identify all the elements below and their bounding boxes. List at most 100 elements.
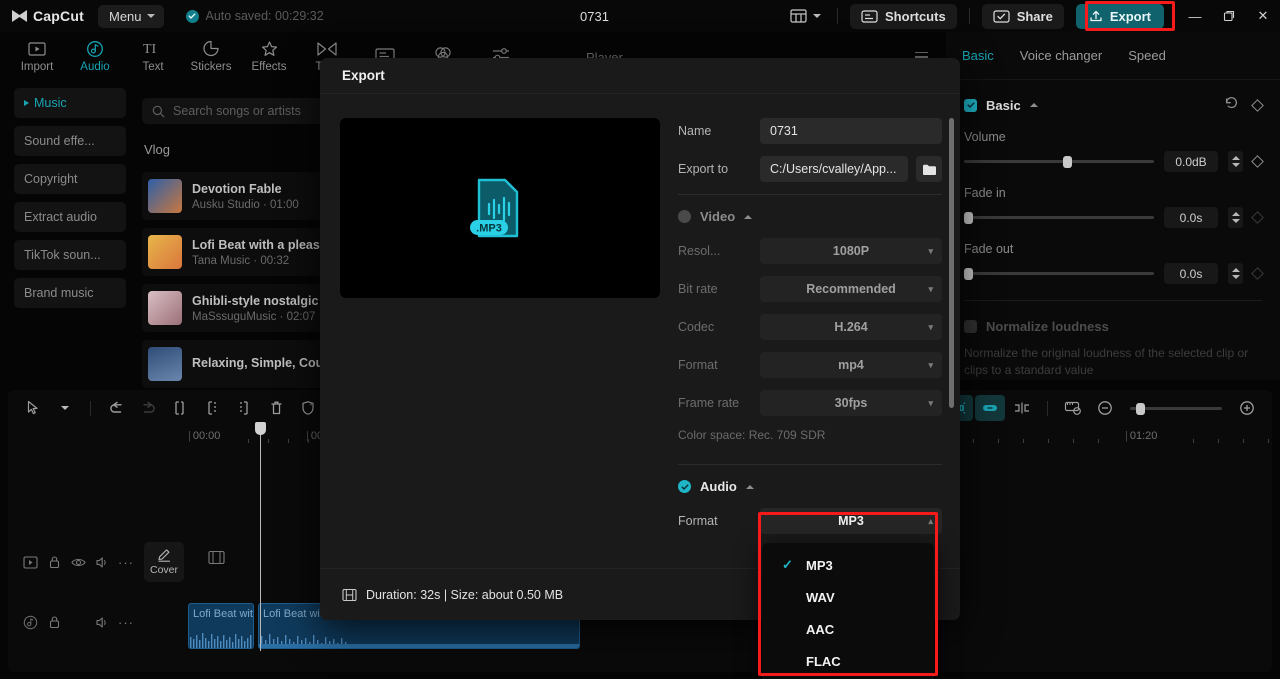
track-more-button[interactable]: ··· <box>114 610 138 634</box>
audio-clip[interactable]: Lofi Beat wit <box>188 603 254 649</box>
fade-out-value[interactable]: 0.0s <box>1164 263 1218 284</box>
share-button[interactable]: Share <box>981 3 1064 29</box>
cover-button[interactable]: Cover <box>144 542 184 582</box>
slider-knob[interactable] <box>964 212 973 224</box>
dropdown-option-mp3[interactable]: ✓ MP3 <box>762 549 934 581</box>
normalize-checkbox[interactable] <box>964 319 977 333</box>
check-circle-icon <box>185 9 199 23</box>
tab-basic[interactable]: Basic <box>962 48 994 63</box>
fade-out-stepper[interactable] <box>1228 263 1243 284</box>
fit-timeline-button[interactable] <box>1058 395 1088 421</box>
divider <box>964 300 1262 301</box>
tool-dropdown-button[interactable] <box>50 395 80 421</box>
resolution-value: 1080P <box>832 244 870 258</box>
undo-button[interactable] <box>101 395 131 421</box>
ai-retouch-button[interactable]: AI <box>293 395 323 421</box>
keyframe-icon[interactable] <box>1251 211 1264 224</box>
fade-out-slider[interactable] <box>964 268 1154 280</box>
bitrate-label: Bit rate <box>678 282 718 296</box>
tab-effects[interactable]: Effects <box>240 40 298 73</box>
category-sound-effects[interactable]: Sound effe... <box>14 126 126 156</box>
tab-import[interactable]: Import <box>8 40 66 73</box>
keyframe-icon[interactable] <box>1251 267 1264 280</box>
reset-icon[interactable] <box>1224 95 1239 115</box>
mirror-button[interactable] <box>1007 395 1037 421</box>
settings-scrollbar[interactable] <box>949 118 954 408</box>
close-icon: ✕ <box>1257 8 1269 23</box>
slider-knob[interactable] <box>1135 402 1145 415</box>
category-copyright[interactable]: Copyright <box>14 164 126 194</box>
resolution-dropdown[interactable]: 1080P ▾ <box>760 238 942 264</box>
lock-track-button[interactable] <box>42 550 66 574</box>
fade-in-value[interactable]: 0.0s <box>1164 207 1218 228</box>
export-preview: .MP3 <box>340 118 660 298</box>
audio-format-label: Format <box>678 514 718 528</box>
tab-voice-changer[interactable]: Voice changer <box>1020 48 1102 63</box>
fade-in-slider[interactable] <box>964 212 1154 224</box>
layout-switch-button[interactable] <box>786 9 825 23</box>
select-tool-button[interactable] <box>18 395 48 421</box>
audio-format-value: MP3 <box>838 514 864 528</box>
dropdown-option-aac[interactable]: AAC <box>762 613 934 645</box>
chevron-up-icon[interactable] <box>1029 103 1038 107</box>
category-brand-music[interactable]: Brand music <box>14 278 126 308</box>
menu-button[interactable]: Menu <box>97 4 164 28</box>
fade-in-stepper[interactable] <box>1228 207 1243 228</box>
hide-track-button[interactable] <box>66 550 90 574</box>
shortcuts-button[interactable]: Shortcuts <box>850 3 957 29</box>
redo-button[interactable] <box>133 395 163 421</box>
tab-text[interactable]: TI Text <box>124 40 182 73</box>
zoom-in-button[interactable] <box>1232 395 1262 421</box>
bitrate-dropdown[interactable]: Recommended ▾ <box>760 276 942 302</box>
volume-slider[interactable] <box>964 156 1154 168</box>
codec-dropdown[interactable]: H.264 ▾ <box>760 314 942 340</box>
slider-knob[interactable] <box>964 268 973 280</box>
search-icon <box>152 105 165 117</box>
name-field[interactable]: 0731 <box>760 118 942 144</box>
keyframe-icon[interactable] <box>1251 155 1264 168</box>
browse-folder-button[interactable] <box>916 156 942 182</box>
video-format-dropdown[interactable]: mp4 ▾ <box>760 352 942 378</box>
tab-stickers[interactable]: Stickers <box>182 40 240 73</box>
close-button[interactable]: ✕ <box>1246 0 1280 32</box>
volume-value[interactable]: 0.0dB <box>1164 151 1218 172</box>
video-checkbox[interactable] <box>678 210 691 223</box>
mute-track-button[interactable] <box>90 550 114 574</box>
export-path-field[interactable]: C:/Users/cvalley/App... <box>760 156 908 182</box>
audio-checkbox[interactable] <box>678 480 691 493</box>
export-settings-pane: Name 0731 Export to C:/Users/cvalley/App… <box>660 94 960 568</box>
chevron-up-icon: ▴ <box>928 515 933 526</box>
export-button[interactable]: Export <box>1075 3 1164 29</box>
dropdown-option-wav[interactable]: WAV <box>762 581 934 613</box>
slider-knob[interactable] <box>1062 156 1072 168</box>
volume-stepper[interactable] <box>1228 151 1243 172</box>
playhead-handle[interactable] <box>255 422 266 435</box>
trim-right-button[interactable] <box>229 395 259 421</box>
video-clip-placeholder[interactable] <box>208 550 225 570</box>
maximize-button[interactable] <box>1212 0 1246 32</box>
split-button[interactable] <box>165 395 195 421</box>
category-tiktok-sounds[interactable]: TikTok soun... <box>14 240 126 270</box>
framerate-dropdown[interactable]: 30fps ▾ <box>760 390 942 416</box>
keyframe-icon[interactable] <box>1251 98 1264 112</box>
basic-checkbox[interactable] <box>964 98 977 112</box>
chevron-up-icon[interactable] <box>745 484 754 489</box>
divider <box>837 8 839 24</box>
category-extract-audio[interactable]: Extract audio <box>14 202 126 232</box>
trim-left-button[interactable] <box>197 395 227 421</box>
track-more-button[interactable]: ··· <box>114 550 138 574</box>
zoom-out-button[interactable] <box>1090 395 1120 421</box>
mute-track-button[interactable] <box>90 610 114 634</box>
tab-audio[interactable]: Audio <box>66 40 124 73</box>
chevron-down-icon: ▾ <box>928 397 933 408</box>
delete-button[interactable] <box>261 395 291 421</box>
chevron-up-icon[interactable] <box>744 214 753 219</box>
category-music[interactable]: Music <box>14 88 126 118</box>
tab-speed[interactable]: Speed <box>1128 48 1166 63</box>
audio-format-dropdown[interactable]: MP3 ▴ <box>760 508 942 534</box>
dropdown-option-flac[interactable]: FLAC <box>762 645 934 677</box>
lock-track-button[interactable] <box>42 610 66 634</box>
minimize-button[interactable]: — <box>1178 0 1212 32</box>
zoom-slider[interactable] <box>1130 402 1222 415</box>
link-clips-button[interactable] <box>975 395 1005 421</box>
